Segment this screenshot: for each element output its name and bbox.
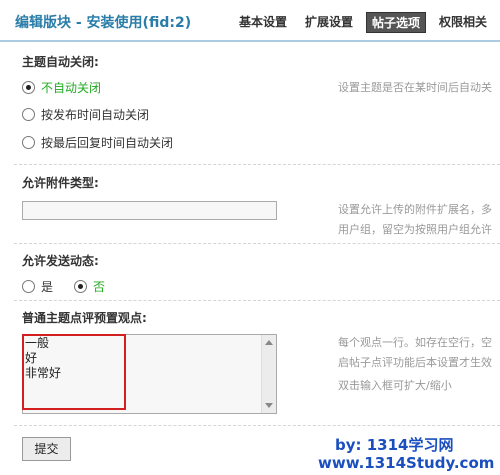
rating-description-line-1: 每个观点一行。如存在空行，空 [338,336,492,349]
header-divider [0,40,500,42]
auto-close-description: 设置主题是否在某时间后自动关 [338,81,492,94]
watermark-line-1: by: 1314学习网 [335,436,454,454]
attachment-types-description-line-1: 设置允许上传的附件扩展名，多 [338,203,492,216]
allow-dynamic-title: 允许发送动态: [22,254,99,268]
attachment-types-title: 允许附件类型: [22,176,99,190]
section-divider [14,243,500,244]
radio-button[interactable] [74,280,87,293]
scroll-down-arrow-icon[interactable] [265,403,273,408]
tab-extended-settings[interactable]: 扩展设置 [300,12,358,33]
section-divider [14,300,500,301]
auto-close-option-none[interactable]: 不自动关闭 [22,79,101,96]
radio-label: 不自动关闭 [41,81,102,95]
page-header: 编辑版块 - 安装使用(fid:2) 基本设置 扩展设置 帖子选项 权限相关 [0,0,500,42]
radio-label: 是 [41,280,54,294]
viewpoint-line: 好 [25,351,38,365]
auto-close-option-publish-time[interactable]: 按发布时间自动关闭 [22,106,149,123]
radio-button[interactable] [22,81,35,94]
rating-viewpoints-textarea[interactable]: 一般 好 非常好 [22,334,277,414]
radio-label: 按最后回复时间自动关闭 [41,136,174,150]
rating-description-line-3: 双击输入框可扩大/缩小 [338,379,452,392]
radio-button[interactable] [22,108,35,121]
allow-dynamic-option-no[interactable]: 否 [74,278,105,295]
submit-button[interactable]: 提交 [22,437,71,461]
page-title: 编辑版块 - 安装使用(fid:2) [15,15,192,31]
radio-button[interactable] [22,136,35,149]
tab-post-options[interactable]: 帖子选项 [366,12,427,33]
radio-label: 按发布时间自动关闭 [41,108,150,122]
section-divider [14,164,500,165]
tab-bar: 基本设置 扩展设置 帖子选项 权限相关 [234,12,500,33]
auto-close-title: 主题自动关闭: [22,55,99,69]
scroll-up-arrow-icon[interactable] [265,340,273,345]
textarea-scrollbar[interactable] [261,335,276,413]
viewpoint-line: 一般 [25,336,50,350]
watermark-line-2: www.1314Study.com [318,454,495,472]
allow-dynamic-option-yes[interactable]: 是 [22,278,53,295]
rating-viewpoints-title: 普通主题点评预置观点: [22,311,147,325]
radio-label: 否 [93,280,106,294]
auto-close-option-last-reply[interactable]: 按最后回复时间自动关闭 [22,134,173,151]
attachment-types-input[interactable] [22,201,277,220]
attachment-types-description-line-2: 用户组，留空为按照用户组允许 [338,223,492,236]
rating-description-line-2: 启帖子点评功能后本设置才生效 [338,356,492,369]
tab-permissions[interactable]: 权限相关 [434,12,492,33]
radio-button[interactable] [22,280,35,293]
section-divider [14,425,500,426]
viewpoint-line: 非常好 [25,366,62,380]
tab-basic-settings[interactable]: 基本设置 [234,12,292,33]
